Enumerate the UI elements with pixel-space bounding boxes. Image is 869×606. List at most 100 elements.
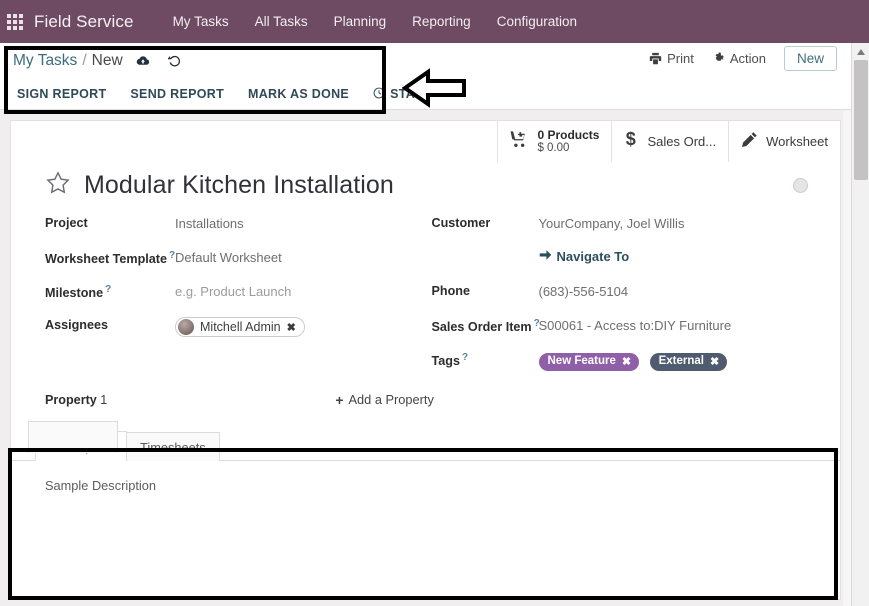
- cloud-save-icon[interactable]: [136, 54, 150, 68]
- field-phone: Phone (683)-556-5104: [432, 283, 841, 302]
- help-tooltip-icon[interactable]: ?: [105, 284, 111, 295]
- printer-icon: [649, 52, 662, 65]
- description-text[interactable]: Sample Description: [45, 478, 840, 493]
- kanban-state-circle[interactable]: [793, 178, 808, 193]
- field-sales-order-item-value[interactable]: S00061 - Access to:DIY Furniture: [539, 317, 732, 333]
- action-label: Action: [729, 51, 766, 66]
- help-tooltip-icon[interactable]: ?: [462, 352, 468, 363]
- assignee-name: Mitchell Admin: [200, 320, 281, 334]
- scroll-up-arrow-icon[interactable]: [852, 43, 869, 60]
- property-1-label: Property 1: [45, 393, 107, 407]
- field-worksheet-template-label-text: Worksheet Template: [45, 252, 168, 267]
- field-tags-value: New Feature ✖ External ✖: [538, 351, 734, 371]
- field-milestone-input[interactable]: e.g. Product Launch: [175, 283, 291, 299]
- fields-column-left: Project Installations Worksheet Template…: [11, 215, 426, 386]
- vertical-scrollbar[interactable]: [851, 43, 869, 606]
- field-tags-label: Tags?: [432, 351, 539, 368]
- app-brand-name[interactable]: Field Service: [34, 12, 134, 32]
- field-customer-label: Customer: [431, 216, 491, 230]
- description-pane[interactable]: Sample Description: [11, 460, 840, 596]
- property-label-bold: Property: [45, 392, 97, 407]
- tab-description[interactable]: Description: [35, 430, 128, 461]
- field-milestone: Milestone? e.g. Product Launch: [45, 283, 426, 302]
- print-label: Print: [667, 51, 694, 66]
- field-assignees: Assignees Mitchell Admin ✖: [45, 317, 426, 340]
- remove-assignee-icon[interactable]: ✖: [287, 321, 296, 334]
- field-phone-value[interactable]: (683)-556-5104: [539, 283, 629, 299]
- navigate-to-button[interactable]: Navigate To: [539, 249, 630, 264]
- navigate-to-spacer: [432, 249, 539, 250]
- field-worksheet-template-value[interactable]: Default Worksheet: [175, 249, 282, 265]
- property-label-index: 1: [96, 392, 108, 407]
- apps-grid-icon[interactable]: [7, 13, 23, 30]
- form-scroll-area: 0 Products $ 0.00 $ Sales Ord... Workshe…: [0, 111, 851, 606]
- field-sales-order-item-label: Sales Order Item?: [431, 317, 540, 335]
- notebook-tabs: Description Timesheets: [11, 430, 840, 461]
- plus-icon: +: [335, 391, 344, 408]
- field-customer: Customer YourCompany, Joel Willis: [432, 215, 841, 234]
- field-sales-order-item-label-text: Sales Order Item: [431, 320, 532, 335]
- tag-external[interactable]: External ✖: [649, 352, 728, 371]
- gear-icon: [712, 52, 725, 65]
- breadcrumb-current: New: [91, 51, 123, 69]
- field-tags: Tags? New Feature ✖ External ✖: [432, 351, 841, 371]
- fields-column-right: Customer YourCompany, Joel Willis Naviga…: [426, 215, 841, 386]
- field-tags-label-text: Tags: [431, 354, 460, 369]
- sheet-body: Modular Kitchen Installation Project Ins…: [11, 121, 840, 596]
- field-assignees-value: Mitchell Admin ✖: [175, 317, 305, 340]
- fields-grid: Project Installations Worksheet Template…: [11, 201, 840, 386]
- field-worksheet-template-label: Worksheet Template?: [45, 249, 175, 266]
- breadcrumb: My Tasks / New: [13, 52, 182, 70]
- breadcrumb-separator: /: [82, 51, 87, 69]
- remove-tag-icon[interactable]: ✖: [710, 355, 719, 368]
- menu-item-all-tasks[interactable]: All Tasks: [242, 0, 321, 43]
- page-title: Modular Kitchen Installation: [84, 171, 394, 199]
- menu-item-planning[interactable]: Planning: [321, 0, 400, 43]
- remove-tag-icon[interactable]: ✖: [622, 355, 631, 368]
- record-title-row: Modular Kitchen Installation: [11, 170, 840, 201]
- top-navbar: Field Service My Tasks All Tasks Plannin…: [0, 0, 869, 43]
- tab-timesheets[interactable]: Timesheets: [126, 431, 220, 461]
- field-project-label: Project: [45, 216, 88, 230]
- arrow-right-icon: [539, 249, 552, 264]
- notebook: Description Timesheets Sample Descriptio…: [11, 430, 840, 596]
- navigate-to-label: Navigate To: [556, 249, 630, 264]
- print-button[interactable]: Print: [640, 47, 703, 70]
- field-phone-label: Phone: [431, 284, 470, 298]
- undo-discard-icon[interactable]: [167, 54, 182, 68]
- action-button[interactable]: Action: [703, 47, 775, 70]
- field-customer-value[interactable]: YourCompany, Joel Willis: [539, 215, 685, 231]
- menu-item-reporting[interactable]: Reporting: [399, 0, 484, 43]
- add-property-label: Add a Property: [348, 392, 434, 407]
- send-report-button[interactable]: SEND REPORT: [118, 87, 236, 101]
- avatar: [178, 319, 194, 335]
- add-property-button[interactable]: + Add a Property: [335, 392, 434, 408]
- properties-row: Property 1 + Add a Property: [11, 386, 840, 408]
- menu-item-configuration[interactable]: Configuration: [484, 0, 590, 43]
- inner-scroll-strip[interactable]: [843, 111, 851, 606]
- field-milestone-label-text: Milestone: [45, 286, 104, 301]
- sign-report-button[interactable]: SIGN REPORT: [5, 87, 118, 101]
- menu-item-my-tasks[interactable]: My Tasks: [160, 0, 242, 43]
- field-worksheet-template: Worksheet Template? Default Worksheet: [45, 249, 426, 268]
- field-project-value[interactable]: Installations: [175, 215, 244, 231]
- control-panel-actions: Print Action New: [640, 46, 837, 71]
- mark-as-done-button[interactable]: MARK AS DONE: [236, 87, 361, 101]
- tag-label: External: [658, 355, 704, 367]
- field-project: Project Installations: [45, 215, 426, 234]
- breadcrumb-parent[interactable]: My Tasks: [13, 52, 77, 70]
- navigate-to-row: Navigate To: [432, 249, 841, 268]
- record-sheet: 0 Products $ 0.00 $ Sales Ord... Workshe…: [10, 120, 841, 600]
- scrollbar-thumb[interactable]: [854, 60, 868, 180]
- assignee-tag[interactable]: Mitchell Admin ✖: [175, 317, 305, 337]
- new-button[interactable]: New: [783, 46, 837, 71]
- field-milestone-label: Milestone?: [45, 283, 175, 300]
- odoo-field-service-window: Field Service My Tasks All Tasks Plannin…: [0, 0, 869, 606]
- clock-icon: [373, 87, 385, 102]
- field-sales-order-item: Sales Order Item? S00061 - Access to:DIY…: [432, 317, 841, 336]
- star-outline-icon[interactable]: [45, 170, 71, 201]
- field-assignees-label: Assignees: [45, 318, 108, 332]
- main-menu: My Tasks All Tasks Planning Reporting Co…: [160, 0, 590, 43]
- left-pointing-arrow-annotation: [401, 68, 472, 108]
- tag-new-feature[interactable]: New Feature ✖: [538, 352, 640, 371]
